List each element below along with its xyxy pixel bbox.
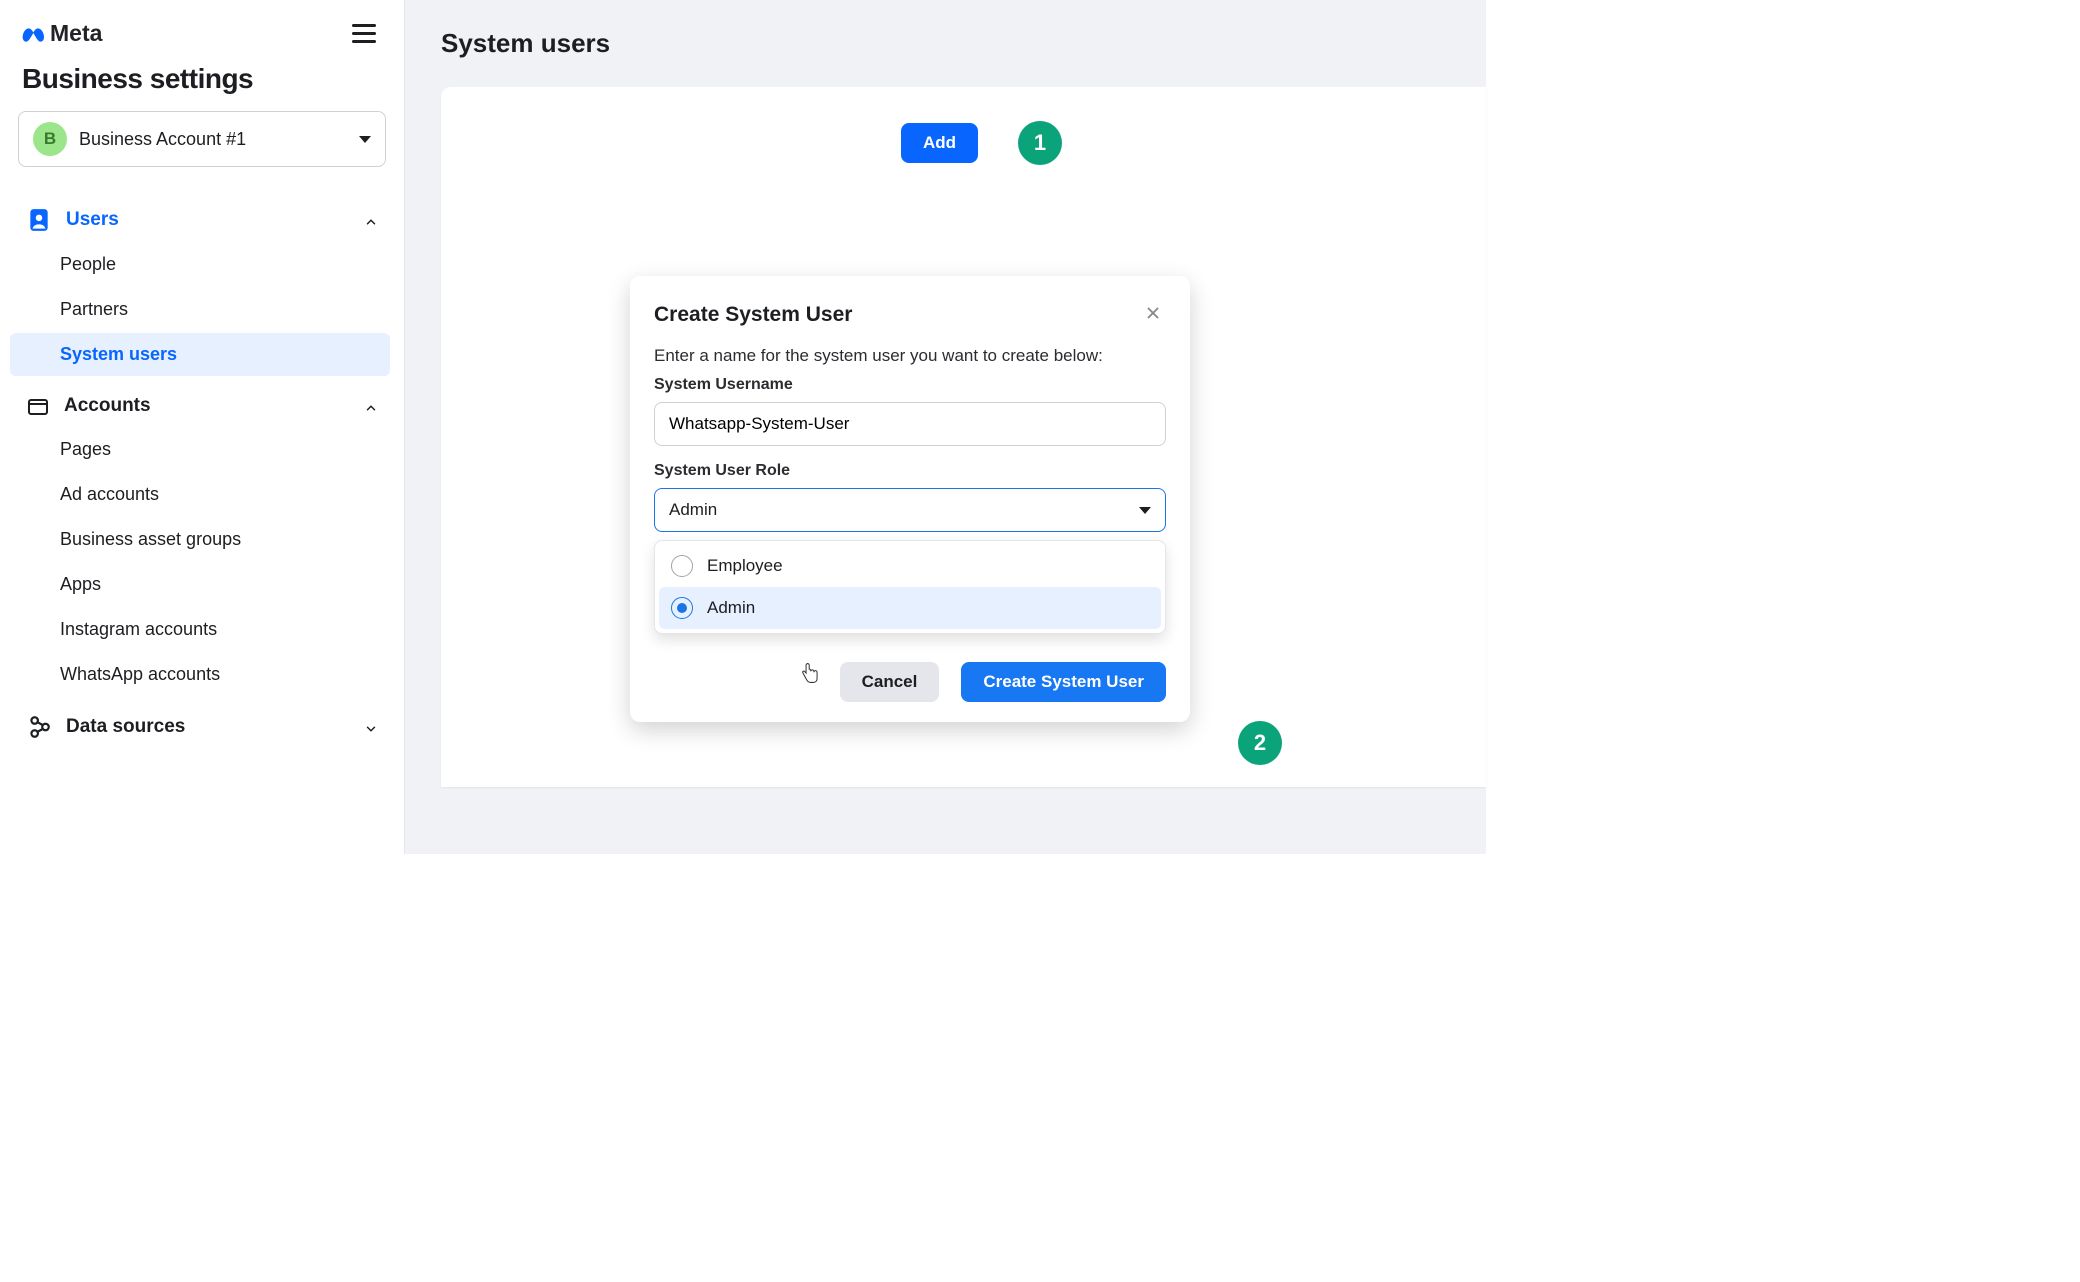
- users-icon: [26, 207, 52, 233]
- nav-item-instagram-accounts[interactable]: Instagram accounts: [10, 608, 390, 651]
- role-option-admin[interactable]: Admin: [659, 587, 1161, 629]
- role-option-employee[interactable]: Employee: [659, 545, 1161, 587]
- caret-down-icon: [359, 136, 371, 143]
- create-system-user-button[interactable]: Create System User: [961, 662, 1166, 702]
- meta-logo-icon: [22, 22, 46, 46]
- caret-down-icon: [1139, 507, 1151, 514]
- nav-group-data-sources[interactable]: Data sources: [14, 704, 390, 750]
- meta-brand: Meta: [22, 20, 102, 47]
- username-label: System Username: [654, 376, 1166, 394]
- role-option-label: Admin: [707, 598, 755, 618]
- role-label: System User Role: [654, 462, 1166, 480]
- data-sources-icon: [26, 714, 52, 740]
- chevron-up-icon: [364, 399, 378, 413]
- nav-item-people[interactable]: People: [10, 243, 390, 286]
- nav-item-apps[interactable]: Apps: [10, 563, 390, 606]
- account-avatar: B: [33, 122, 67, 156]
- nav-item-partners[interactable]: Partners: [10, 288, 390, 331]
- hamburger-menu-icon[interactable]: [346, 18, 382, 49]
- nav-item-system-users[interactable]: System users: [10, 333, 390, 376]
- sidebar-title: Business settings: [14, 57, 390, 111]
- nav-group-users[interactable]: Users: [14, 197, 390, 243]
- nav-item-business-asset-groups[interactable]: Business asset groups: [10, 518, 390, 561]
- radio-checked-icon: [671, 597, 693, 619]
- nav-group-data-sources-label: Data sources: [66, 716, 185, 738]
- role-option-label: Employee: [707, 556, 783, 576]
- nav-group-users-label: Users: [66, 209, 119, 231]
- step-badge-1: 1: [1018, 121, 1062, 165]
- nav-group-accounts[interactable]: Accounts: [14, 384, 390, 428]
- page-title: System users: [441, 28, 1486, 59]
- system-username-input[interactable]: [654, 402, 1166, 446]
- close-icon[interactable]: [1140, 298, 1166, 332]
- role-selected-value: Admin: [669, 500, 717, 520]
- sidebar: Meta Business settings B Business Accoun…: [0, 0, 405, 854]
- cancel-button[interactable]: Cancel: [840, 662, 940, 702]
- dialog-intro: Enter a name for the system user you wan…: [654, 346, 1166, 366]
- chevron-up-icon: [364, 213, 378, 227]
- add-button[interactable]: Add: [901, 123, 978, 163]
- system-user-role-select[interactable]: Admin: [654, 488, 1166, 532]
- nav-item-whatsapp-accounts[interactable]: WhatsApp accounts: [10, 653, 390, 696]
- account-selector[interactable]: B Business Account #1: [18, 111, 386, 167]
- dialog-title: Create System User: [654, 303, 852, 327]
- role-dropdown: Employee Admin: [654, 540, 1166, 634]
- accounts-icon: [26, 394, 50, 418]
- radio-unchecked-icon: [671, 555, 693, 577]
- nav-group-accounts-label: Accounts: [64, 395, 151, 417]
- step-badge-2: 2: [1238, 721, 1282, 765]
- create-system-user-dialog: Create System User Enter a name for the …: [630, 276, 1190, 722]
- chevron-down-icon: [364, 720, 378, 734]
- account-name: Business Account #1: [79, 129, 347, 150]
- nav-item-ad-accounts[interactable]: Ad accounts: [10, 473, 390, 516]
- brand-name: Meta: [50, 20, 102, 47]
- nav-item-pages[interactable]: Pages: [10, 428, 390, 471]
